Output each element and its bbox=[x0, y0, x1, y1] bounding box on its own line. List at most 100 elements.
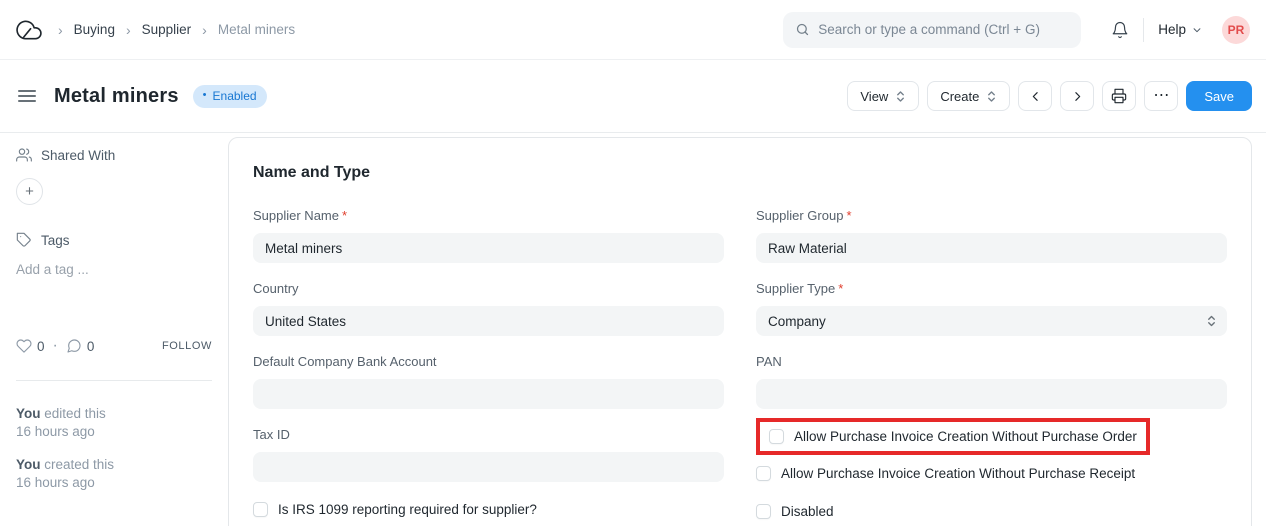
more-actions-button[interactable]: ⋯ bbox=[1144, 81, 1178, 111]
sidebar-toggle-menu-icon[interactable] bbox=[18, 88, 36, 104]
field-label: Supplier Name* bbox=[253, 208, 724, 223]
document-title-bar: Metal miners • Enabled View Create bbox=[0, 60, 1266, 133]
field-label: Supplier Type* bbox=[756, 281, 1227, 296]
required-mark: * bbox=[846, 208, 851, 223]
save-button[interactable]: Save bbox=[1186, 81, 1252, 111]
previous-document-button[interactable] bbox=[1018, 81, 1052, 111]
allow-pi-without-pr-checkbox-row: Allow Purchase Invoice Creation Without … bbox=[756, 466, 1227, 481]
field-label-text: Supplier Type bbox=[756, 281, 835, 296]
allow-pi-without-po-checkbox[interactable] bbox=[769, 429, 784, 444]
breadcrumb-item-supplier[interactable]: Supplier bbox=[142, 22, 192, 37]
page-title: Metal miners bbox=[54, 85, 179, 108]
tax-id-input[interactable] bbox=[253, 452, 724, 482]
supplier-name-input[interactable] bbox=[253, 233, 724, 263]
help-menu[interactable]: Help bbox=[1158, 22, 1202, 37]
activity-when: 16 hours ago bbox=[16, 474, 212, 492]
main-content: Name and Type Supplier Name* Country bbox=[228, 133, 1266, 526]
activity-who: You bbox=[16, 406, 41, 421]
field-label-text: Supplier Name bbox=[253, 208, 339, 223]
pan-input[interactable] bbox=[756, 379, 1227, 409]
field-pan: PAN bbox=[756, 354, 1227, 409]
follow-button[interactable]: FOLLOW bbox=[162, 340, 212, 352]
header-divider bbox=[1143, 18, 1144, 42]
form-column-right: Supplier Group* Supplier Type* bbox=[756, 208, 1227, 519]
allow-pi-without-po-checkbox-row-highlighted: Allow Purchase Invoice Creation Without … bbox=[756, 418, 1150, 455]
default-company-bank-account-input[interactable] bbox=[253, 379, 724, 409]
add-tag-input[interactable]: Add a tag ... bbox=[16, 262, 212, 277]
ellipsis-icon: ⋯ bbox=[1153, 88, 1169, 104]
status-badge-label: Enabled bbox=[213, 89, 257, 103]
disabled-checkbox[interactable] bbox=[756, 504, 771, 519]
form-card: Name and Type Supplier Name* Country bbox=[228, 137, 1252, 526]
activity-action: created this bbox=[44, 457, 114, 472]
user-avatar[interactable]: PR bbox=[1222, 16, 1250, 44]
create-dropdown-button[interactable]: Create bbox=[927, 81, 1010, 111]
supplier-type-select[interactable] bbox=[756, 306, 1227, 336]
page-body: Shared With + Tags Add a tag ... 0 · bbox=[0, 133, 1266, 526]
next-document-button[interactable] bbox=[1060, 81, 1094, 111]
country-input[interactable] bbox=[253, 306, 724, 336]
chevron-left-icon bbox=[1029, 90, 1042, 103]
supplier-type-select-wrap bbox=[756, 306, 1227, 336]
field-tax-id: Tax ID bbox=[253, 427, 724, 482]
disabled-checkbox-label[interactable]: Disabled bbox=[781, 504, 834, 519]
activity-action: edited this bbox=[44, 406, 106, 421]
field-label: Country bbox=[253, 281, 724, 296]
comment-icon[interactable] bbox=[66, 338, 82, 354]
search-icon bbox=[795, 22, 810, 37]
disabled-checkbox-row: Disabled bbox=[756, 504, 1227, 519]
irs-1099-checkbox-label[interactable]: Is IRS 1099 reporting required for suppl… bbox=[278, 502, 537, 517]
view-dropdown-button[interactable]: View bbox=[847, 81, 919, 111]
field-supplier-type: Supplier Type* bbox=[756, 281, 1227, 336]
supplier-group-input[interactable] bbox=[756, 233, 1227, 263]
likes-count: 0 bbox=[37, 339, 45, 354]
field-country: Country bbox=[253, 281, 724, 336]
comments-count: 0 bbox=[87, 339, 95, 354]
irs-1099-checkbox-row: Is IRS 1099 reporting required for suppl… bbox=[253, 502, 724, 517]
search-input[interactable] bbox=[818, 22, 1069, 37]
field-default-company-bank-account: Default Company Bank Account bbox=[253, 354, 724, 409]
breadcrumb-item-buying[interactable]: Buying bbox=[74, 22, 115, 37]
printer-icon bbox=[1111, 88, 1127, 104]
form-column-left: Supplier Name* Country Default Company B… bbox=[253, 208, 724, 519]
toolbar-actions: View Create bbox=[847, 81, 1252, 111]
help-label: Help bbox=[1158, 22, 1186, 37]
allow-pi-without-po-checkbox-label[interactable]: Allow Purchase Invoice Creation Without … bbox=[794, 429, 1137, 444]
activity-when: 16 hours ago bbox=[16, 423, 212, 441]
field-label: Default Company Bank Account bbox=[253, 354, 724, 369]
field-label-text: Supplier Group bbox=[756, 208, 843, 223]
field-label: PAN bbox=[756, 354, 1227, 369]
activity-who: You bbox=[16, 457, 41, 472]
view-button-label: View bbox=[860, 89, 888, 104]
chevron-up-down-icon bbox=[895, 90, 906, 103]
heart-like-icon[interactable] bbox=[16, 338, 32, 354]
notifications-bell-icon[interactable] bbox=[1111, 21, 1129, 39]
activity-log: You edited this 16 hours ago You created… bbox=[16, 405, 212, 492]
document-sidebar: Shared With + Tags Add a tag ... 0 · bbox=[0, 133, 228, 526]
tags-section: Tags bbox=[16, 232, 212, 248]
field-label: Tax ID bbox=[253, 427, 724, 442]
add-share-button[interactable]: + bbox=[16, 178, 43, 205]
print-button[interactable] bbox=[1102, 81, 1136, 111]
dot-separator: · bbox=[53, 337, 58, 355]
allow-pi-without-pr-checkbox-label[interactable]: Allow Purchase Invoice Creation Without … bbox=[781, 466, 1135, 481]
breadcrumb: › Buying › Supplier › Metal miners bbox=[58, 22, 295, 38]
global-search[interactable] bbox=[783, 12, 1081, 48]
field-label: Supplier Group* bbox=[756, 208, 1227, 223]
activity-entry-edited: You edited this 16 hours ago bbox=[16, 405, 212, 441]
allow-pi-without-pr-checkbox[interactable] bbox=[756, 466, 771, 481]
status-badge: • Enabled bbox=[193, 85, 267, 108]
field-label-text: Country bbox=[253, 281, 299, 296]
shared-with-section: Shared With bbox=[16, 147, 212, 163]
engagement-row: 0 · 0 FOLLOW bbox=[16, 337, 212, 355]
status-dot-icon: • bbox=[203, 90, 207, 101]
field-supplier-group: Supplier Group* bbox=[756, 208, 1227, 263]
irs-1099-checkbox[interactable] bbox=[253, 502, 268, 517]
app-logo-cloud-icon[interactable] bbox=[16, 17, 42, 43]
app-header: › Buying › Supplier › Metal miners Help … bbox=[0, 0, 1266, 60]
chevron-up-down-icon bbox=[986, 90, 997, 103]
field-label-text: Tax ID bbox=[253, 427, 290, 442]
activity-entry-created: You created this 16 hours ago bbox=[16, 456, 212, 492]
shared-with-label: Shared With bbox=[41, 148, 115, 163]
field-label-text: PAN bbox=[756, 354, 782, 369]
